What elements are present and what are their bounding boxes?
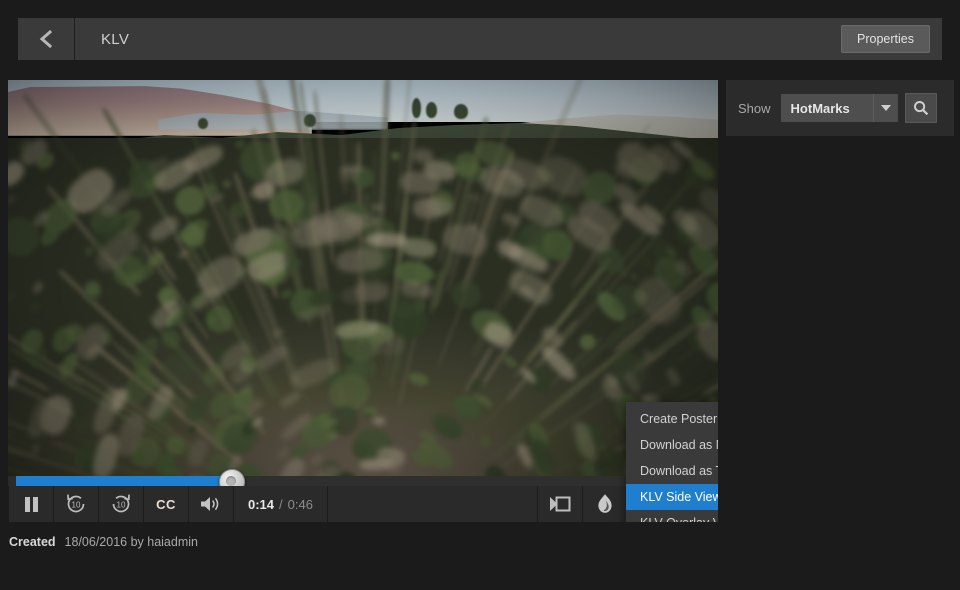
svg-text:10: 10 bbox=[117, 501, 126, 510]
chevron-down-icon bbox=[873, 94, 898, 122]
context-menu-item[interactable]: Download as TS bbox=[626, 458, 718, 484]
context-menu-item-label: KLV Overlay View bbox=[640, 516, 718, 522]
cast-button[interactable] bbox=[538, 486, 583, 522]
page-title-zone: KLV bbox=[75, 18, 841, 60]
replay-10-button[interactable]: 10 bbox=[54, 486, 99, 522]
video-detail-page: KLV Properties bbox=[0, 0, 960, 590]
flame-icon bbox=[596, 493, 614, 515]
context-menu-item-label: Download as TS bbox=[640, 464, 718, 478]
search-button[interactable] bbox=[905, 93, 937, 123]
pause-icon bbox=[24, 496, 39, 513]
created-info: Created 18/06/2016 by haiadmin bbox=[9, 535, 198, 549]
cast-screen-icon bbox=[548, 495, 572, 513]
svg-text:10: 10 bbox=[72, 501, 81, 510]
context-menu: Create Poster Image Download as MP4 Downlo… bbox=[626, 402, 718, 522]
volume-on-icon bbox=[199, 495, 223, 513]
chevron-left-icon bbox=[39, 29, 53, 49]
search-icon bbox=[913, 100, 929, 116]
top-bar-actions: Properties bbox=[841, 18, 942, 60]
filter-panel: Show HotMarks bbox=[726, 80, 954, 136]
closed-captions-button[interactable]: CC bbox=[144, 486, 189, 522]
created-value: 18/06/2016 by haiadmin bbox=[65, 535, 198, 549]
top-bar: KLV Properties bbox=[18, 18, 942, 60]
filter-select-value: HotMarks bbox=[781, 101, 850, 116]
back-button[interactable] bbox=[18, 18, 75, 60]
seek-progress bbox=[16, 476, 231, 486]
forward-10-button[interactable]: 10 bbox=[99, 486, 144, 522]
context-menu-item-label: KLV Side View bbox=[640, 490, 718, 504]
hotmark-button[interactable] bbox=[583, 486, 628, 522]
video-frame bbox=[8, 80, 718, 522]
video-player[interactable]: 10 10 CC 0:14 / bbox=[8, 80, 718, 522]
context-menu-item[interactable]: Download as MP4 bbox=[626, 432, 718, 458]
seek-bar[interactable] bbox=[8, 476, 718, 486]
player-controls: 10 10 CC 0:14 / bbox=[8, 486, 718, 522]
controls-spacer bbox=[328, 486, 538, 522]
context-menu-item[interactable]: KLV Side View bbox=[626, 484, 718, 510]
current-time: 0:14 bbox=[248, 497, 274, 512]
properties-button[interactable]: Properties bbox=[841, 25, 930, 54]
pause-button[interactable] bbox=[8, 486, 54, 522]
replay-10-icon: 10 bbox=[65, 493, 87, 515]
page-title: KLV bbox=[101, 31, 129, 48]
forward-10-icon: 10 bbox=[110, 493, 132, 515]
time-separator: / bbox=[279, 497, 283, 512]
filter-select[interactable]: HotMarks bbox=[781, 94, 898, 122]
volume-button[interactable] bbox=[189, 486, 234, 522]
context-menu-item-label: Create Poster Image bbox=[640, 412, 718, 426]
context-menu-item[interactable]: KLV Overlay View bbox=[626, 510, 718, 522]
context-menu-item[interactable]: Create Poster Image bbox=[626, 406, 718, 432]
frame-vignette bbox=[8, 80, 718, 522]
created-label: Created bbox=[9, 535, 56, 549]
total-time: 0:46 bbox=[288, 497, 313, 512]
show-label: Show bbox=[738, 101, 771, 116]
context-menu-item-label: Download as MP4 bbox=[640, 438, 718, 452]
time-display: 0:14 / 0:46 bbox=[234, 486, 328, 522]
